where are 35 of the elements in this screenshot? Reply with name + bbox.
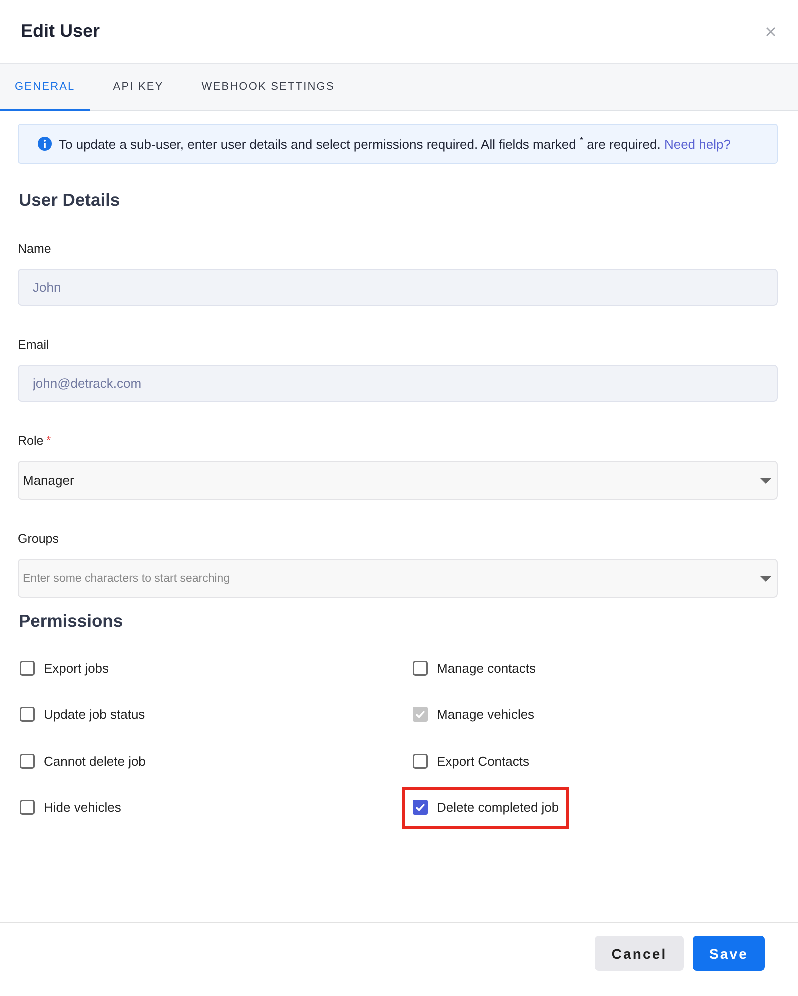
tab[interactable]: WEBHOOK SETTINGS [186,64,350,111]
checkbox-label: Export jobs [44,660,110,676]
checkbox[interactable] [413,800,428,815]
info-text: To update a sub-user, enter user details and select permissions required. All fields marked $^{*}$ are required. Need help? [59,136,731,152]
field-label: Role * [18,433,52,449]
checkbox-label: Manage vehicles [437,707,535,722]
save-button[interactable]: Save [693,936,765,971]
checkbox-label: Manage contacts [437,660,536,676]
checkbox-label: Export Contacts [437,754,530,768]
info-icon [38,137,52,151]
tab[interactable]: GENERAL [0,64,90,111]
checkbox-label: Update job status [44,707,146,722]
caret-icon [760,576,772,582]
dialog-title: Edit User [21,21,100,42]
checkbox[interactable] [20,800,35,815]
caret-icon [760,478,772,484]
section-heading: User Details [19,189,122,212]
section-heading: Permissions [19,610,124,633]
checkbox[interactable] [413,660,428,676]
checkbox-label: Hide vehicles [44,800,122,815]
checkbox[interactable] [20,754,35,768]
checkbox[interactable] [20,707,35,722]
cancel-button[interactable]: Cancel [595,936,684,971]
close-icon [766,26,776,36]
search-select[interactable]: Enter some characters to start searching [18,559,778,598]
dropdown-select[interactable]: Manager [18,461,778,500]
field-label: Groups [18,531,60,547]
field-label: Name [18,241,52,257]
checkbox-label: Delete completed job [437,800,560,815]
checkbox-label: Cannot delete job [44,754,146,768]
checkbox[interactable] [20,660,35,676]
checkbox[interactable] [413,754,428,768]
tab[interactable]: API KEY [98,64,179,111]
field-label: Email [18,337,50,353]
help-link[interactable]: Need help? [664,136,731,152]
